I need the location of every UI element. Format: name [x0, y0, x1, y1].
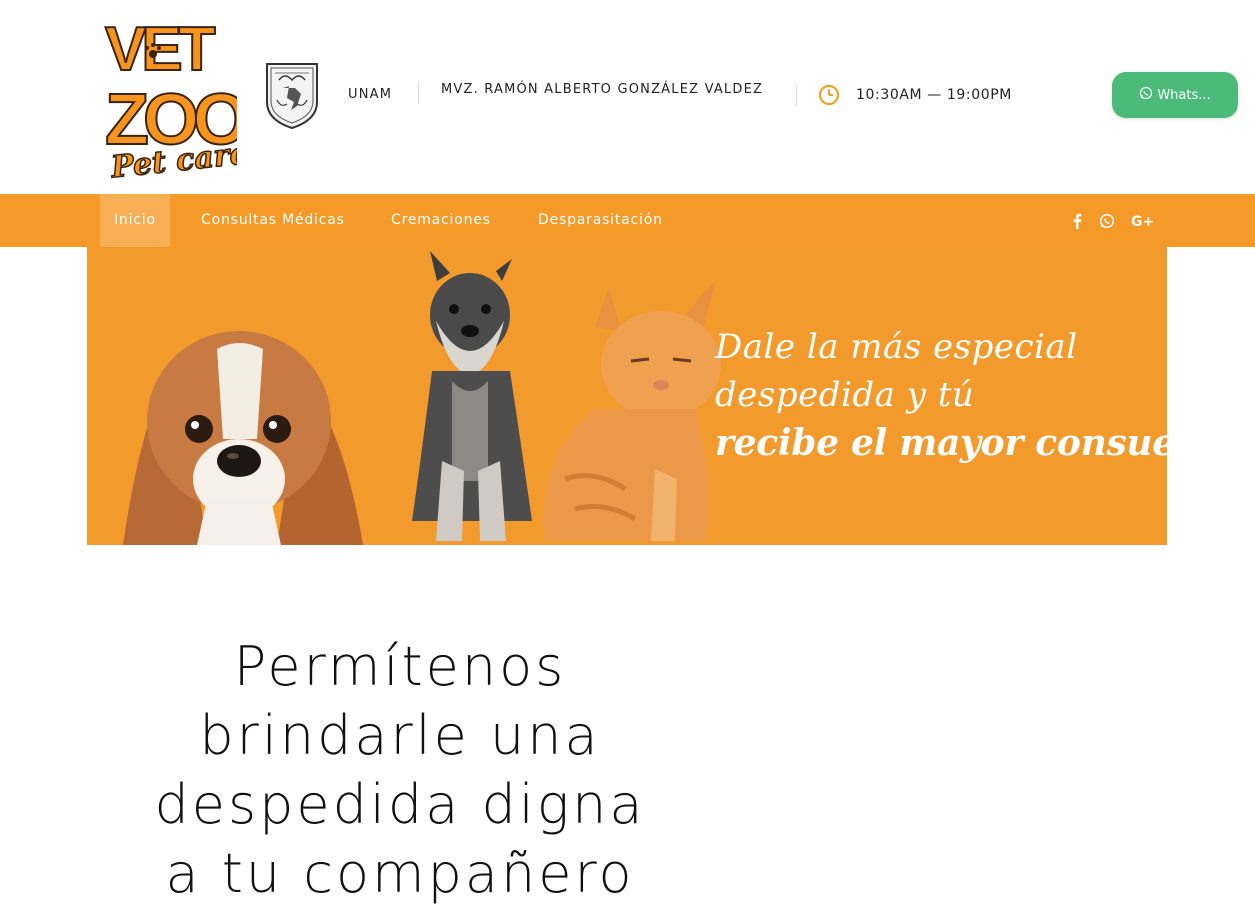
svg-text:VET: VET: [105, 15, 216, 84]
hero-banner: Dale la más especial despedida y tú reci…: [87, 247, 1167, 545]
unam-seal-icon: [261, 58, 323, 130]
main-nav: Inicio Consultas Médicas Cremaciones Des…: [0, 194, 1255, 247]
nav-item-cremaciones[interactable]: Cremaciones: [391, 194, 491, 247]
google-plus-icon[interactable]: G+: [1131, 194, 1155, 247]
whatsapp-icon[interactable]: [1099, 194, 1115, 247]
whatsapp-button[interactable]: Whats...: [1112, 72, 1238, 118]
unam-label: UNAM: [348, 87, 393, 102]
banner-text-line2: despedida y tú: [715, 375, 975, 415]
doctor-name: MVZ. RAMÓN ALBERTO GONZÁLEZ VALDEZ: [441, 82, 764, 97]
banner-text-line3: recibe el mayor consuelo...: [715, 422, 1167, 464]
svg-text:G+: G+: [1131, 214, 1154, 229]
cat-image: [543, 281, 721, 541]
page-headline: Permítenos brindarle una despedida digna…: [100, 632, 700, 908]
nav-item-desparasitacion[interactable]: Desparasitación: [538, 194, 663, 247]
facebook-icon[interactable]: [1072, 194, 1082, 247]
dog-image: [123, 331, 363, 545]
headline-line: Permítenos: [233, 635, 567, 698]
opening-hours: 10:30AM — 19:00PM: [856, 87, 1012, 103]
nav-item-inicio[interactable]: Inicio: [100, 194, 170, 247]
clock-icon: [818, 84, 840, 106]
whatsapp-icon: [1139, 86, 1153, 104]
vet-zoo-logo[interactable]: VET ZOO Pet care: [103, 12, 253, 186]
headline-line: a tu compañero: [165, 842, 635, 905]
banner-text-line1: Dale la más especial: [715, 327, 1078, 367]
headline-line: brindarle una: [199, 704, 601, 767]
whatsapp-button-label: Whats...: [1157, 87, 1211, 103]
header-divider: [796, 84, 797, 106]
headline-line: despedida digna: [154, 773, 646, 836]
site-header: VET ZOO Pet care UNAM MVZ. RAMÓN ALBERTO…: [0, 0, 1255, 194]
nav-item-consultas-medicas[interactable]: Consultas Médicas: [201, 194, 345, 247]
header-divider: [418, 82, 419, 104]
